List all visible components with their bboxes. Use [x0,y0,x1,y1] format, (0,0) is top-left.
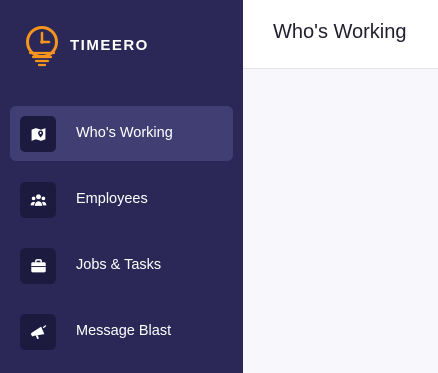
sidebar-item-label: Employees [76,191,148,207]
sidebar: TIMEERO Who's Working Employees Jobs & T… [0,0,243,373]
brand-name: TIMEERO [70,36,149,54]
app-window: TIMEERO Who's Working Employees Jobs & T… [0,0,438,373]
sidebar-item-label: Message Blast [76,323,172,339]
sidebar-item-employees[interactable]: Employees [10,172,233,227]
sidebar-item-jobs-tasks[interactable]: Jobs & Tasks [10,238,233,293]
sidebar-item-label: Jobs & Tasks [76,257,162,273]
page-title: Who's Working [273,21,407,43]
sidebar-item-message-blast[interactable]: Message Blast [10,304,233,359]
map-pin-icon [20,116,56,152]
page-header: Who's Working [243,0,438,69]
sidebar-item-label: Who's Working [76,125,173,141]
clock-pin-logo-icon [26,26,58,67]
megaphone-icon [20,314,56,350]
brand-logo[interactable]: TIMEERO [22,22,149,70]
main-content [243,69,438,373]
users-icon [20,182,56,218]
sidebar-item-whos-working[interactable]: Who's Working [10,106,233,161]
briefcase-icon [20,248,56,284]
